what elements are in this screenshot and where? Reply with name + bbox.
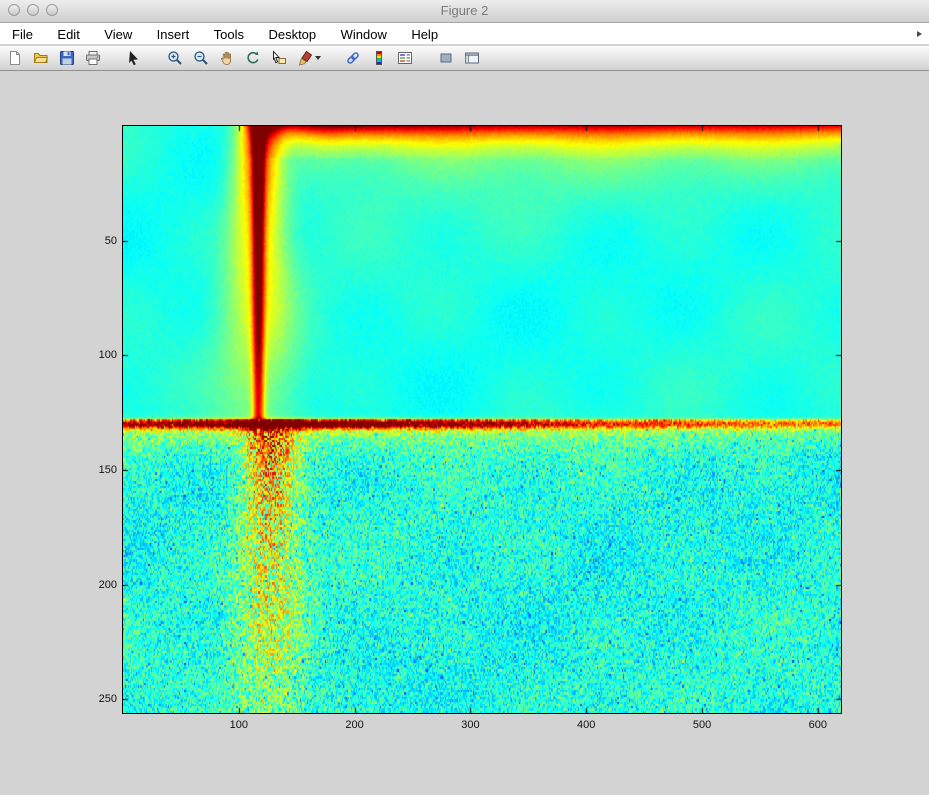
window-title-bar[interactable]: Figure 2 [0,0,929,23]
legend-icon [398,52,412,64]
menu-view[interactable]: View [94,23,142,44]
menu-file[interactable]: File [2,23,43,44]
brush-icon [298,50,312,66]
menu-edit[interactable]: Edit [47,23,89,44]
figure-canvas-area: 100 200 300 400 500 600 50 100 150 200 250 [0,72,929,795]
menu-overflow-icon[interactable] [917,31,922,37]
y-tick-label: 200 [98,578,117,591]
save-figure-button[interactable] [57,48,77,69]
figure-toolbar [0,46,929,71]
menu-window[interactable]: Window [331,23,397,44]
data-cursor-icon [273,50,286,64]
new-figure-button[interactable] [5,48,25,69]
magnifier-minus-icon [194,51,208,65]
hand-icon [221,51,231,66]
save-floppy-icon [60,51,74,65]
chain-link-icon [347,52,359,64]
zoom-out-button[interactable] [191,48,211,69]
axes-box [122,125,842,714]
show-plot-tools-icon [465,52,479,64]
cursor-arrow-icon [129,51,138,66]
brush-data-button[interactable] [295,48,322,69]
menu-insert[interactable]: Insert [147,23,200,44]
brush-dropdown-icon[interactable] [314,56,321,60]
print-figure-button[interactable] [83,48,103,69]
colorbar-icon [376,51,382,65]
link-plot-button[interactable] [343,48,363,69]
insert-colorbar-button[interactable] [369,48,389,69]
x-tick-label: 300 [461,719,480,731]
hide-plot-tools-icon [440,53,452,63]
insert-legend-button[interactable] [395,48,415,69]
y-tick-label: 250 [98,693,117,706]
x-tick-label: 600 [808,719,827,731]
magnifier-plus-icon [168,51,182,65]
menu-tools[interactable]: Tools [204,23,254,44]
y-tick-label: 150 [98,463,117,476]
menu-desktop[interactable]: Desktop [258,23,326,44]
x-tick-label: 500 [692,719,712,731]
new-document-icon [10,51,20,65]
window-title: Figure 2 [440,3,489,18]
rotate-arrow-icon [247,51,259,64]
open-folder-icon [33,53,49,63]
rotate-3d-button[interactable] [243,48,263,69]
data-cursor-button[interactable] [269,48,289,69]
show-plot-tools-button[interactable] [462,48,482,69]
edit-plot-button[interactable] [124,48,144,69]
x-tick-label: 100 [229,719,248,731]
y-tick-label: 50 [104,234,117,247]
open-file-button[interactable] [31,48,51,69]
zoom-in-button[interactable] [165,48,185,69]
x-tick-label: 200 [345,719,364,731]
pan-button[interactable] [217,48,237,69]
menu-help[interactable]: Help [401,23,448,44]
y-tick-label: 100 [98,349,117,362]
hide-plot-tools-button[interactable] [436,48,456,69]
heatmap-canvas [123,126,841,713]
printer-icon [86,51,100,65]
menu-bar: File Edit View Insert Tools Desktop Wind… [0,23,929,45]
x-tick-label: 400 [577,719,596,731]
